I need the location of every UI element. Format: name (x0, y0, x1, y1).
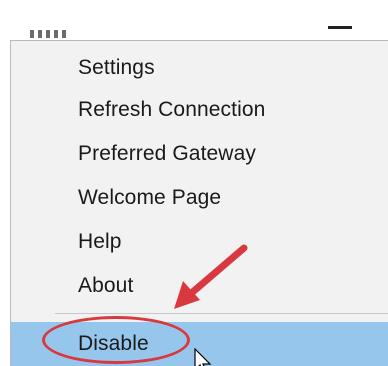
menu-item-label: Settings (78, 56, 155, 79)
menu-separator (55, 313, 388, 314)
menu-item-label: Disable (78, 332, 149, 355)
window-title-fragment (30, 28, 90, 40)
menu-item-welcome-page[interactable]: Welcome Page (11, 176, 388, 220)
minimize-icon (328, 26, 352, 29)
menu-item-about[interactable]: About (11, 264, 388, 308)
menu-item-label: Help (78, 230, 122, 253)
menu-item-preferred-gateway[interactable]: Preferred Gateway (11, 132, 388, 176)
menu-item-label: About (78, 274, 134, 297)
menu-item-refresh-connection[interactable]: Refresh Connection (11, 88, 388, 132)
menu-item-settings[interactable]: Settings (11, 46, 388, 90)
menu-item-help[interactable]: Help (11, 220, 388, 264)
menu-item-label: Welcome Page (78, 186, 222, 209)
background-window (0, 0, 388, 40)
menu-item-disable[interactable]: Disable (11, 322, 388, 366)
minimize-button[interactable] (318, 14, 362, 40)
screenshot-stage: Settings Refresh Connection Preferred Ga… (0, 0, 388, 366)
menu-item-label: Preferred Gateway (78, 142, 256, 165)
menu-item-label: Refresh Connection (78, 98, 266, 121)
context-menu: Settings Refresh Connection Preferred Ga… (10, 40, 388, 366)
